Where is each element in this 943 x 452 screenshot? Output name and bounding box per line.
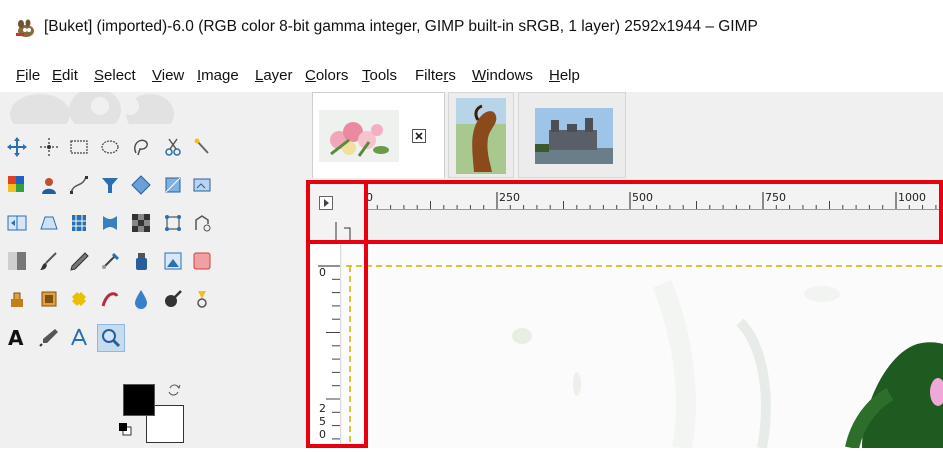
pencil-icon[interactable] bbox=[66, 248, 92, 274]
bucket-fill-icon[interactable] bbox=[4, 248, 30, 274]
ruler-label: 1000 bbox=[898, 191, 926, 204]
flip-tool-icon[interactable] bbox=[4, 210, 30, 236]
swap-colors-icon[interactable] bbox=[167, 383, 181, 401]
alignment-tool-icon[interactable] bbox=[36, 134, 62, 160]
rectangle-select-icon[interactable] bbox=[66, 134, 92, 160]
ruler-label: 2 bbox=[319, 402, 326, 415]
text-tool-icon[interactable]: A bbox=[4, 324, 30, 350]
close-tab-icon[interactable] bbox=[412, 129, 426, 147]
canvas-image bbox=[342, 244, 943, 448]
menu-bar: File Edit Select View Image Layer Colors Tools F… bbox=[0, 56, 943, 92]
free-select-icon[interactable] bbox=[128, 134, 154, 160]
mypaint-brush-icon[interactable] bbox=[160, 248, 186, 274]
heal-tool-icon[interactable] bbox=[66, 286, 92, 312]
airbrush-icon[interactable] bbox=[97, 248, 123, 274]
smudge-tool-icon[interactable] bbox=[97, 286, 123, 312]
measure-tool-icon[interactable] bbox=[189, 286, 215, 312]
gegl-operation-icon[interactable] bbox=[66, 324, 92, 350]
toolbox-drop-area[interactable] bbox=[0, 92, 300, 124]
menu-item-select[interactable]: Select bbox=[94, 67, 136, 84]
color-select-icon[interactable] bbox=[4, 172, 30, 198]
menu-item-tools[interactable]: Tools bbox=[362, 67, 397, 84]
rotate-tool-icon[interactable] bbox=[189, 172, 215, 198]
perspective-clone-icon[interactable] bbox=[36, 286, 62, 312]
crop-tool-icon[interactable] bbox=[160, 172, 186, 198]
menu-item-help[interactable]: Help bbox=[549, 67, 580, 84]
unified-transform-icon[interactable] bbox=[189, 210, 215, 236]
menu-item-file[interactable]: File bbox=[16, 67, 40, 84]
ruler-label: 5 bbox=[319, 415, 326, 428]
menu-item-image[interactable]: Image bbox=[197, 67, 239, 84]
perspective-tool-icon[interactable] bbox=[36, 210, 62, 236]
ellipse-select-icon[interactable] bbox=[97, 134, 123, 160]
warp-transform-icon[interactable] bbox=[97, 210, 123, 236]
move-tool-icon[interactable] bbox=[4, 134, 30, 160]
ruler-label: 0 bbox=[319, 428, 326, 441]
ruler-label: 250 bbox=[499, 191, 520, 204]
menu-item-view[interactable]: View bbox=[152, 67, 184, 84]
fuzzy-select-icon[interactable] bbox=[189, 134, 215, 160]
text-align-tool-icon[interactable] bbox=[97, 172, 123, 198]
ruler-label: 500 bbox=[632, 191, 653, 204]
transform-tool-icon[interactable] bbox=[128, 172, 154, 198]
zoom-tool-icon[interactable] bbox=[97, 324, 125, 352]
window-title: [Buket] (imported)-6.0 (RGB color 8-bit … bbox=[44, 18, 758, 35]
buket-thumbnail bbox=[319, 110, 399, 162]
checkerboard-icon[interactable] bbox=[128, 210, 154, 236]
foreground-select-icon[interactable] bbox=[36, 172, 62, 198]
color-picker-icon[interactable] bbox=[36, 324, 62, 350]
paintbrush-icon[interactable] bbox=[36, 248, 62, 274]
menu-item-layer[interactable]: Layer bbox=[255, 67, 293, 84]
svg-text:A: A bbox=[8, 326, 24, 348]
ruler-label: 750 bbox=[765, 191, 786, 204]
default-colors-icon[interactable] bbox=[118, 422, 132, 440]
dodge-burn-icon[interactable] bbox=[128, 286, 154, 312]
menu-item-colors[interactable]: Colors bbox=[305, 67, 348, 84]
gimp-wilber-icon bbox=[14, 18, 36, 38]
image-canvas[interactable] bbox=[342, 244, 943, 448]
horse-thumbnail bbox=[456, 98, 506, 174]
paths-tool-icon[interactable] bbox=[66, 172, 92, 198]
ruler-label: 0 bbox=[319, 266, 326, 279]
menu-item-windows[interactable]: Windows bbox=[472, 67, 533, 84]
cage-transform-icon[interactable] bbox=[66, 210, 92, 236]
title-bar: [Buket] (imported)-6.0 (RGB color 8-bit … bbox=[0, 0, 943, 56]
eraser-icon[interactable] bbox=[189, 248, 215, 274]
blur-sharpen-icon[interactable] bbox=[160, 286, 186, 312]
foreground-color-swatch[interactable] bbox=[123, 384, 155, 416]
castle-thumbnail bbox=[535, 108, 613, 164]
ruler-corner bbox=[310, 182, 364, 240]
vertical-ruler[interactable]: 0250 bbox=[310, 240, 341, 448]
ink-tool-icon[interactable] bbox=[128, 248, 154, 274]
clone-tool-icon[interactable] bbox=[4, 286, 30, 312]
image-tab-buket[interactable] bbox=[312, 92, 445, 178]
image-tab-horse[interactable] bbox=[448, 92, 514, 178]
scissors-select-icon[interactable] bbox=[160, 134, 186, 160]
ruler-label: 0 bbox=[366, 191, 373, 204]
menu-item-edit[interactable]: Edit bbox=[52, 67, 78, 84]
horizontal-ruler[interactable]: 0 250 500 750 1000 bbox=[363, 184, 943, 210]
handle-transform-icon[interactable] bbox=[160, 210, 186, 236]
image-tab-castle[interactable] bbox=[518, 92, 626, 178]
menu-item-filters[interactable]: Filters bbox=[415, 67, 456, 84]
